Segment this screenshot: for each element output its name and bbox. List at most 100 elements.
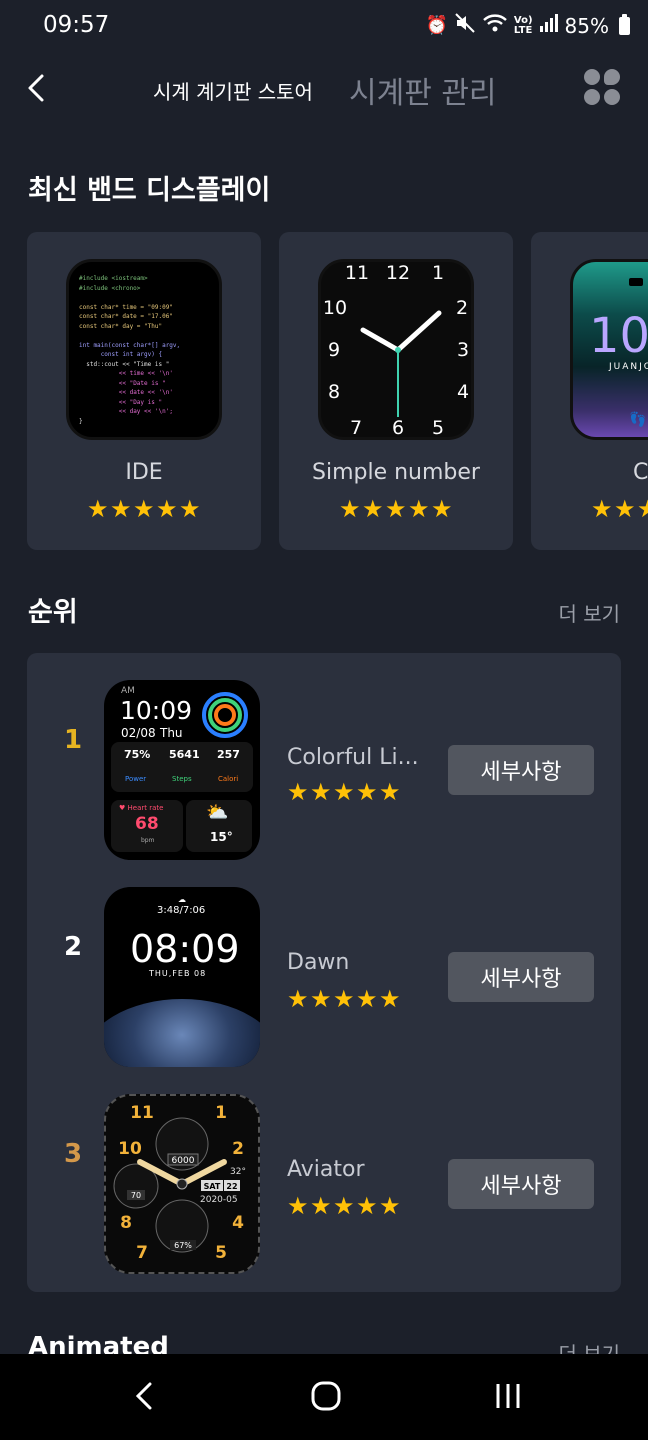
ranking-item[interactable]: 2 ☁ 3:48/7:06 08:09 THU,FEB 08 Dawn ★ ★ ★ ★… — [27, 860, 621, 1067]
watchface-preview: AM 10:09 02/08 Thu 75% Power 5641 Steps … — [104, 680, 260, 860]
weather-icon: ⛅ — [206, 802, 229, 823]
ranking-item[interactable]: 1 AM 10:09 02/08 Thu 75% Power 5641 Step… — [27, 653, 621, 860]
clock-number: 9 — [328, 339, 340, 361]
star-icon: ★ — [362, 495, 384, 523]
card-name: Simple number — [312, 460, 480, 485]
planet-image — [104, 999, 260, 1067]
svg-text:67%: 67% — [174, 1241, 192, 1250]
grid-menu-button[interactable] — [584, 69, 622, 107]
nav-recents-icon — [496, 1384, 520, 1408]
rating-stars: ★★★★★ — [287, 985, 401, 1013]
volte-icon: Vo) LTE — [513, 14, 533, 36]
watchface-preview: #include <iostream> #include <chrono> co… — [66, 259, 222, 440]
clock-number: 5 — [432, 417, 444, 437]
mute-icon — [454, 12, 476, 39]
dial-number: 7 — [136, 1243, 148, 1263]
star-icon: ★ — [287, 985, 309, 1013]
star-icon: ★ — [379, 1192, 401, 1220]
star-icon: ★ — [87, 495, 109, 523]
status-time: 09:57 — [43, 12, 110, 38]
tab-watchface-store[interactable]: 시계 계기판 스토어 — [153, 76, 313, 105]
star-icon: ★ — [287, 1192, 309, 1220]
star-icon: ★ — [110, 495, 132, 523]
watchface-preview: 11 1 10 2 8 4 7 5 6000 SAT 22 32° 2020-0… — [104, 1094, 260, 1274]
rating-stars: ★★★★★ — [287, 778, 401, 806]
ranking-more-link[interactable]: 더 보기 — [558, 598, 620, 627]
ranking-item[interactable]: 3 11 1 10 2 8 4 7 5 6000 SAT 22 32° 2020… — [27, 1067, 621, 1274]
star-icon: ★ — [179, 495, 201, 523]
weather-panel: ⛅ 15° — [186, 800, 252, 852]
header: 시계 계기판 스토어 시계판 관리 — [0, 60, 648, 120]
star-icon: ★ — [356, 778, 378, 806]
latest-card-simple-number[interactable]: 11 12 1 10 2 9 3 8 4 7 6 5 Simple number… — [279, 232, 513, 550]
nav-back-button[interactable] — [124, 1376, 164, 1416]
star-icon: ★ — [379, 985, 401, 1013]
watchface-preview: 11 12 1 10 2 9 3 8 4 7 6 5 — [318, 259, 474, 440]
star-icon: ★ — [310, 1192, 332, 1220]
status-icons: ⏰ Vo) LTE 85% — [425, 12, 630, 39]
rank-number: 2 — [64, 932, 83, 962]
dial-number: 2 — [232, 1139, 244, 1159]
clock-number: 7 — [350, 417, 362, 437]
latest-carousel[interactable]: #include <iostream> #include <chrono> co… — [27, 232, 648, 552]
ranking-section-title: 순위 — [28, 597, 78, 628]
star-icon: ★ — [591, 495, 613, 523]
back-button[interactable] — [20, 70, 56, 106]
grid-icon — [584, 69, 600, 85]
details-button[interactable]: 세부사항 — [448, 952, 594, 1002]
dial-number: 8 — [120, 1213, 132, 1233]
dial-number: 4 — [232, 1213, 244, 1233]
analog-clock: 11 12 1 10 2 9 3 8 4 7 6 5 — [323, 262, 469, 437]
watchface-name: Colorful Li... — [287, 745, 419, 770]
clock-number: 10 — [323, 297, 347, 319]
latest-section-title: 최신 밴드 디스플레이 — [28, 175, 271, 206]
latest-card-ide[interactable]: #include <iostream> #include <chrono> co… — [27, 232, 261, 550]
star-icon: ★ — [310, 985, 332, 1013]
clock-number: 11 — [345, 262, 369, 284]
dial-number: 1 — [215, 1103, 227, 1123]
clock-number: 3 — [457, 339, 469, 361]
nav-home-icon — [311, 1381, 341, 1411]
activity-rings-icon — [202, 692, 248, 738]
star-icon: ★ — [385, 495, 407, 523]
star-icon: ★ — [356, 985, 378, 1013]
card-name: Ca — [633, 460, 648, 485]
svg-text:32°: 32° — [230, 1167, 246, 1177]
star-icon: ★ — [614, 495, 636, 523]
dial-number: 11 — [130, 1103, 154, 1123]
nav-recents-button[interactable] — [488, 1376, 528, 1416]
aviator-dial: 11 1 10 2 8 4 7 5 6000 SAT 22 32° 2020-0… — [113, 1103, 246, 1263]
face-sub: JUANJO — [609, 362, 648, 372]
star-icon: ★ — [339, 495, 361, 523]
ide-code: #include <iostream> #include <chrono> co… — [79, 275, 181, 425]
wifi-icon — [482, 13, 508, 38]
dial-number: 5 — [215, 1243, 227, 1263]
star-icon: ★ — [310, 778, 332, 806]
rating-stars: ★★★★★ — [287, 1192, 401, 1220]
dial-number: 10 — [118, 1139, 142, 1159]
details-button[interactable]: 세부사항 — [448, 1159, 594, 1209]
svg-text:2020-05: 2020-05 — [200, 1195, 238, 1205]
card-name: IDE — [125, 460, 163, 485]
rating-stars: ★★★★★ — [339, 495, 453, 523]
tab-watchface-manage[interactable]: 시계판 관리 — [349, 68, 497, 112]
clock-number: 8 — [328, 381, 340, 403]
battery-icon — [629, 278, 643, 286]
svg-text:SAT: SAT — [204, 1182, 221, 1191]
watchface-name: Aviator — [287, 1157, 365, 1182]
rating-stars: ★★★★★ — [591, 495, 648, 523]
star-icon: ★ — [356, 1192, 378, 1220]
clock-number: 2 — [456, 297, 468, 319]
star-icon: ★ — [431, 495, 453, 523]
nav-home-button[interactable] — [306, 1376, 346, 1416]
alarm-icon: ⏰ — [425, 15, 448, 36]
watchface-preview: ☁ 3:48/7:06 08:09 THU,FEB 08 — [104, 887, 260, 1067]
watchface-name: Dawn — [287, 950, 350, 975]
battery-percent: 85% — [564, 13, 609, 38]
stats-panel: 75% Power 5641 Steps 257 Calori — [111, 742, 253, 792]
sunrise-icon: ☁ — [178, 895, 186, 904]
latest-card-third[interactable]: A 10: JUANJO 👣 Ca ★★★★★ — [531, 232, 648, 550]
ranking-list: 1 AM 10:09 02/08 Thu 75% Power 5641 Step… — [27, 653, 621, 1292]
clock-number: 4 — [457, 381, 469, 403]
details-button[interactable]: 세부사항 — [448, 745, 594, 795]
